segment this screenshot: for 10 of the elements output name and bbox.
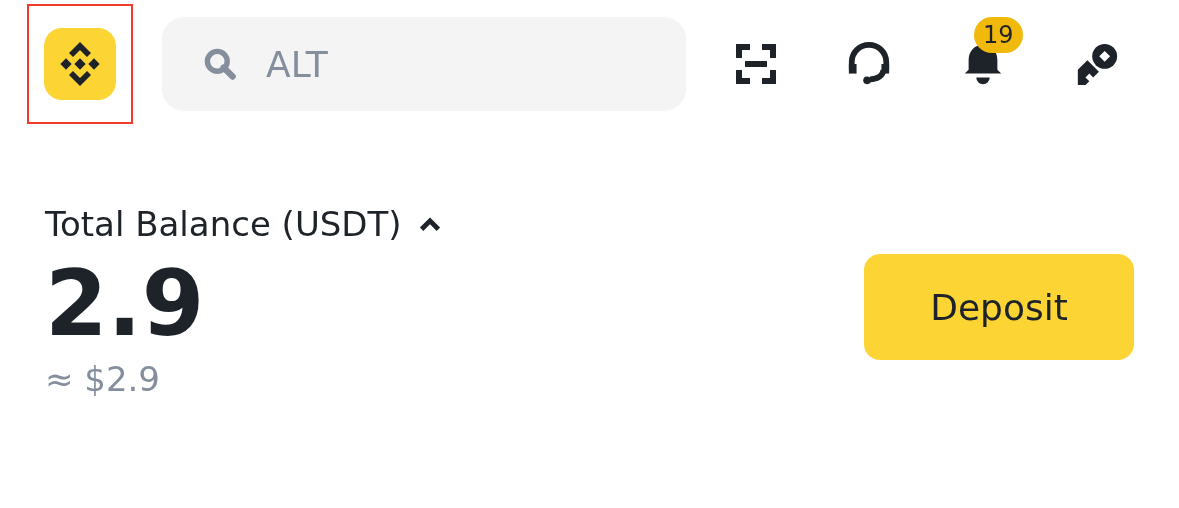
- diamond-logo-icon[interactable]: [44, 28, 116, 100]
- headset-icon[interactable]: [846, 41, 892, 87]
- deposit-button[interactable]: Deposit: [864, 254, 1134, 360]
- notification-badge: 19: [974, 17, 1023, 53]
- scan-icon[interactable]: [734, 42, 778, 86]
- search-field[interactable]: ALT: [162, 17, 686, 111]
- balance-label: Total Balance (USDT): [45, 204, 402, 244]
- caret-icon[interactable]: [417, 215, 442, 233]
- fiat-value: ≈ $2.9: [45, 359, 161, 399]
- balance-amount: 2.9: [45, 254, 206, 353]
